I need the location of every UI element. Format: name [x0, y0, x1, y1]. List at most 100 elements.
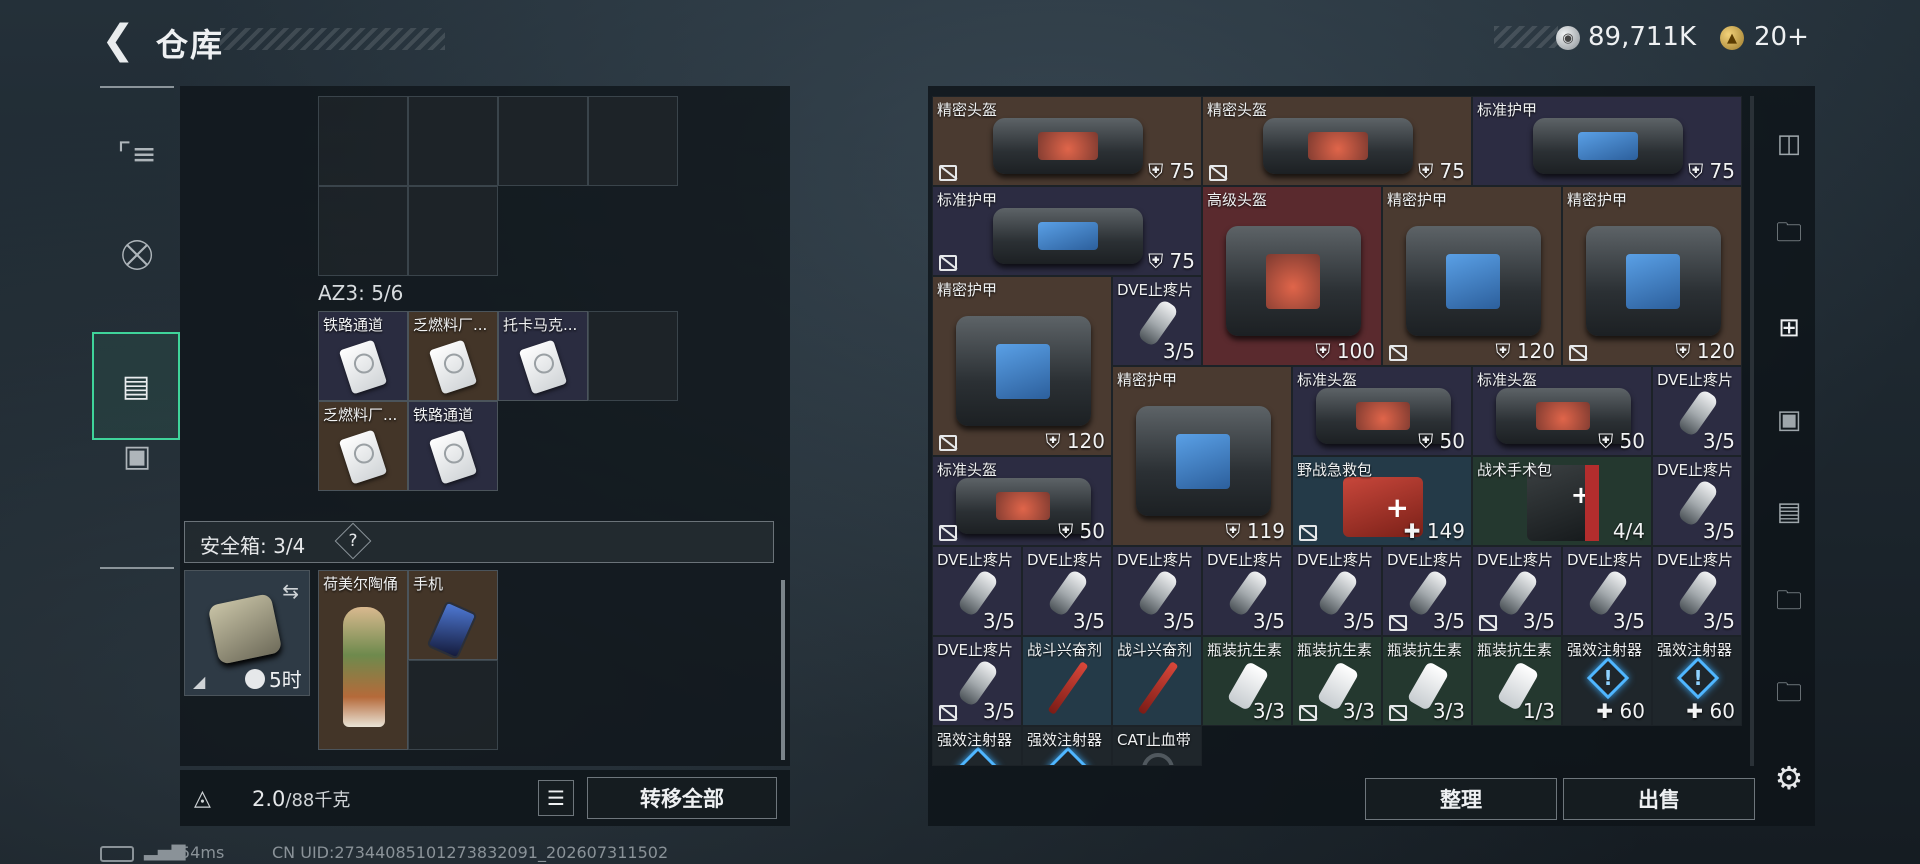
organize-button[interactable]: 整理 [1365, 778, 1557, 820]
stash-item[interactable]: 精密护甲 ⛨ 120 [932, 276, 1112, 456]
sidebar-backpack[interactable]: ◫ [1756, 104, 1822, 184]
item-durability: 3/3 [1433, 699, 1465, 723]
sell-button[interactable]: 出售 [1563, 778, 1755, 820]
grid-slot[interactable] [588, 311, 678, 401]
stash-item[interactable]: DVE止疼片 3/5 [1112, 546, 1202, 636]
back-arrow-icon: ❮ [101, 17, 135, 63]
stash-item[interactable]: DVE止疼片 3/5 [1652, 366, 1742, 456]
sidebar-folder-iv-ticket[interactable]: ▤ [1756, 472, 1822, 552]
stash-item[interactable]: DVE止疼片 3/5 [932, 636, 1022, 726]
stash-item[interactable]: 精密护甲 ⛨ 120 [1382, 186, 1562, 366]
currency-gold[interactable]: 20+ [1754, 22, 1809, 52]
stash-item[interactable]: DVE止疼片 3/5 [1022, 546, 1112, 636]
stash-item[interactable]: DVE止疼片 3/5 [1472, 546, 1562, 636]
item-durability: ✚ 60 [1596, 699, 1645, 723]
item-durability-value: 75 [1709, 159, 1735, 183]
settings-gear-button[interactable]: ⚙ [1756, 738, 1822, 818]
keycard-item[interactable]: 铁路通道 [318, 311, 408, 401]
phone-item[interactable]: 手机 [408, 570, 498, 660]
stash-item[interactable]: DVE止疼片 3/5 [1112, 276, 1202, 366]
transfer-all-button[interactable]: 转移全部 [587, 777, 777, 819]
stash-item[interactable]: 精密头盔 ⛨ 75 [932, 96, 1202, 186]
item-name: DVE止疼片 [1657, 371, 1734, 389]
stash-item[interactable]: DVE止疼片 3/5 [1652, 546, 1742, 636]
grid-slot[interactable] [588, 96, 678, 186]
sidebar-folder-iv-3[interactable]: 🗀 [1756, 656, 1822, 736]
no-sell-icon [1389, 615, 1407, 631]
stash-item[interactable]: 精密头盔 ⛨ 75 [1202, 96, 1472, 186]
grid-slot[interactable] [318, 186, 408, 276]
keycard-item[interactable]: 乏燃料厂... [318, 401, 408, 491]
stash-item[interactable]: 瓶装抗生素 3/3 [1202, 636, 1292, 726]
help-icon[interactable]: ? [340, 528, 366, 554]
stash-item[interactable]: 标准头盔 ⛨ 50 [932, 456, 1112, 546]
sidebar-item-case[interactable]: ▣ [100, 406, 174, 506]
item-name: DVE止疼片 [937, 641, 1014, 659]
durability-shield-icon: ⛨ [1598, 429, 1620, 453]
stash-item[interactable]: 瓶装抗生素 3/3 [1382, 636, 1472, 726]
stash-item[interactable]: 标准头盔 ⛨ 50 [1292, 366, 1472, 456]
list-view-button[interactable]: ☰ [538, 780, 574, 816]
stash-item[interactable]: 强效注射器 [1022, 726, 1112, 766]
item-name: 精密护甲 [1567, 191, 1628, 209]
grid-slot[interactable] [408, 660, 498, 750]
grid-slot[interactable] [498, 96, 588, 186]
item-durability: 3/5 [983, 699, 1015, 723]
stash-item[interactable]: + 野战急救包 ✚ 149 [1292, 456, 1472, 546]
item-durability-value: 3/5 [982, 699, 1015, 723]
stash-item[interactable]: ! 强效注射器 ✚ 60 [1562, 636, 1652, 726]
no-sell-icon [1299, 705, 1317, 721]
stash-item[interactable]: ! 强效注射器 ✚ 60 [1652, 636, 1742, 726]
no-sell-icon [939, 435, 957, 451]
sidebar-item-weapon[interactable]: ⌜≡ [100, 104, 174, 204]
grid-slot[interactable] [318, 96, 408, 186]
safe-box-container[interactable]: ⇆ ◢ 5时 [184, 570, 310, 696]
stash-item[interactable]: DVE止疼片 3/5 [1382, 546, 1472, 636]
keycard-item[interactable]: 铁路通道 [408, 401, 498, 491]
gear-icon: ⚙ [1774, 759, 1804, 797]
swap-icon[interactable]: ⇆ [282, 579, 299, 603]
stash-item[interactable]: DVE止疼片 3/5 [1202, 546, 1292, 636]
stash-item[interactable]: DVE止疼片 3/5 [932, 546, 1022, 636]
grid-slot[interactable] [408, 186, 498, 276]
sidebar-folder-iv-camera[interactable]: ▣ [1756, 380, 1822, 460]
sidebar-folder-iv-add[interactable]: ⊞ [1756, 288, 1822, 368]
no-sell-icon [939, 705, 957, 721]
gold-coin-icon: ▲ [1720, 26, 1744, 50]
stash-item[interactable]: CAT止血带 [1112, 726, 1202, 766]
item-durability-value: 4/4 [1612, 519, 1645, 543]
stash-item[interactable]: 瓶装抗生素 3/3 [1292, 636, 1382, 726]
stash-item[interactable]: DVE止疼片 3/5 [1652, 456, 1742, 546]
stash-item[interactable]: 标准头盔 ⛨ 50 [1472, 366, 1652, 456]
item-durability-value: 149 [1426, 519, 1465, 543]
stash-item[interactable]: 战斗兴奋剂 [1022, 636, 1112, 726]
left-scrollbar[interactable] [781, 580, 785, 760]
stash-item[interactable]: 战斗兴奋剂 [1112, 636, 1202, 726]
back-button[interactable]: ❮ [100, 17, 136, 63]
stash-item[interactable]: 瓶装抗生素 1/3 [1472, 636, 1562, 726]
stash-item[interactable]: DVE止疼片 3/5 [1562, 546, 1652, 636]
item-durability: 3/5 [1163, 339, 1195, 363]
item-name: 战术手术包 [1477, 461, 1553, 479]
stash-item[interactable]: 标准护甲 ⛨ 75 [932, 186, 1202, 276]
syringe-icon [1137, 661, 1179, 715]
sidebar-folder-iv-2[interactable]: 🗀 [1756, 564, 1822, 644]
figurine-item[interactable]: 荷美尔陶俑 [318, 570, 408, 750]
stash-item[interactable]: + 战术手术包 4/4 [1472, 456, 1652, 546]
sidebar-item-armor[interactable]: ⛒ [100, 204, 174, 304]
stash-item[interactable]: 标准护甲 ⛨ 75 [1472, 96, 1742, 186]
stash-item[interactable]: DVE止疼片 3/5 [1292, 546, 1382, 636]
stash-item[interactable]: 精密护甲 ⛨ 120 [1562, 186, 1742, 366]
sidebar-folder-iv[interactable]: 🗀 [1756, 196, 1822, 276]
keycard-item[interactable]: 托卡马克... [498, 311, 588, 401]
keycard-item[interactable]: 乏燃料厂... [408, 311, 498, 401]
item-name: DVE止疼片 [1117, 551, 1194, 569]
item-durability: 4/4 [1613, 519, 1645, 543]
stash-item[interactable]: 精密护甲 ⛨ 119 [1112, 366, 1292, 546]
item-name: DVE止疼片 [1657, 551, 1734, 569]
stash-scrollbar[interactable] [1750, 96, 1754, 766]
grid-slot[interactable] [408, 96, 498, 186]
no-sell-icon [1209, 165, 1227, 181]
stash-item[interactable]: 高级头盔 ⛨ 100 [1202, 186, 1382, 366]
stash-item[interactable]: 强效注射器 [932, 726, 1022, 766]
